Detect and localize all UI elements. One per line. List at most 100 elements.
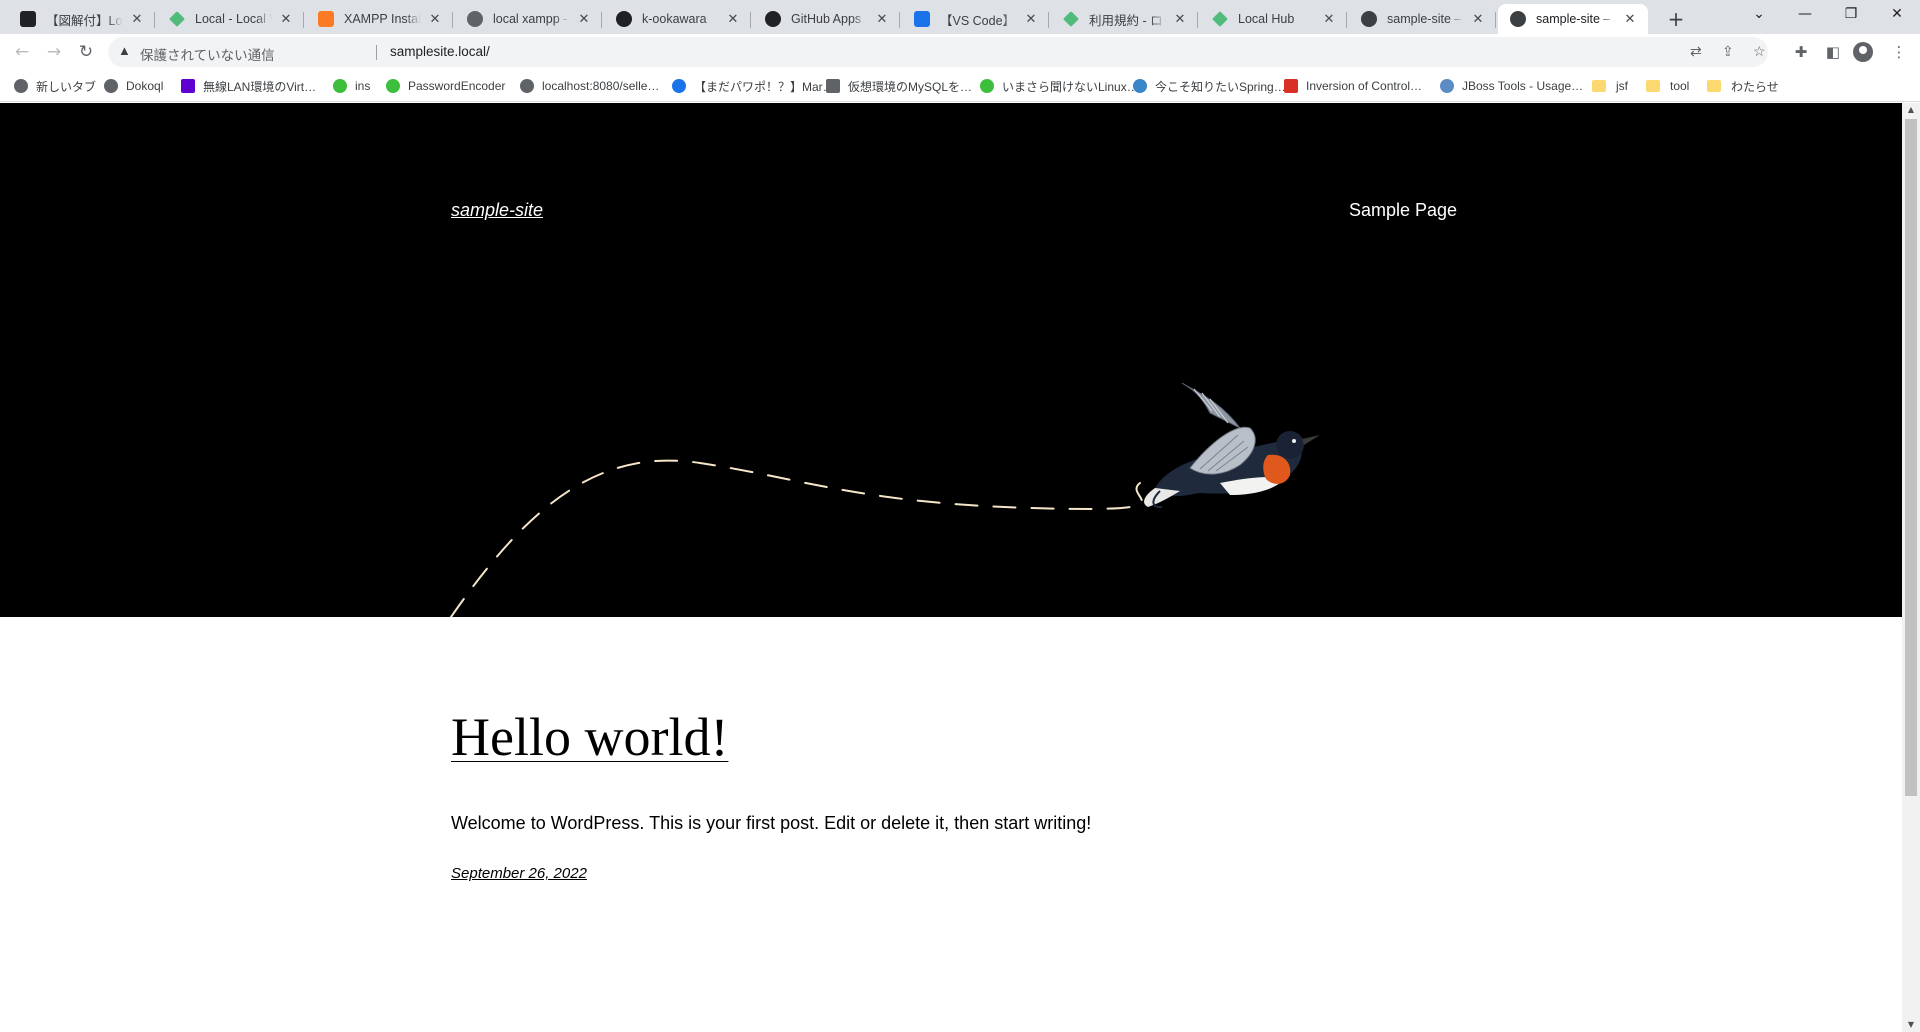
web-page: sample-site Sample Page Hello world! Wel… [0, 103, 1902, 1032]
green-circle-icon [980, 79, 994, 93]
local-diamond-icon [1063, 11, 1079, 27]
bird-blue-icon [1133, 79, 1147, 93]
security-status[interactable]: 保護されていない通信 [140, 44, 275, 64]
scroll-up-arrow-icon[interactable]: ▲ [1902, 103, 1920, 117]
tab-close-icon[interactable]: ✕ [1321, 11, 1337, 27]
browser-tab[interactable]: local xampp - G… ✕ [455, 4, 602, 34]
bookmark-item[interactable]: 【まだパワポ！？】Mar… [672, 77, 835, 95]
scroll-thumb[interactable] [1905, 119, 1917, 796]
warning-icon[interactable]: ▲ [118, 43, 131, 58]
profile-avatar[interactable] [1853, 42, 1873, 62]
more-menu-icon[interactable]: ⋮ [1888, 41, 1910, 63]
bookmark-label: 新しいタブ [36, 79, 97, 94]
yahoo-icon [181, 79, 195, 93]
address-bar[interactable]: ▲ 保護されていない通信 samplesite.local/ ⇄ ⇪ ☆ [108, 37, 1768, 67]
tab-close-icon[interactable]: ✕ [1622, 11, 1638, 27]
reload-icon[interactable]: ↻ [72, 38, 100, 66]
site-header-hero: sample-site Sample Page [0, 103, 1902, 617]
browser-tab[interactable]: 利用規約 - ローカ… ✕ [1051, 4, 1198, 34]
tab-close-icon[interactable]: ✕ [1023, 11, 1039, 27]
bookmark-label: ins [355, 79, 371, 93]
cube-icon [826, 79, 840, 93]
back-arrow-icon[interactable]: ← [8, 38, 36, 66]
tab-title: 利用規約 - ローカ… [1089, 13, 1166, 28]
post-date-link[interactable]: September 26, 2022 [451, 865, 587, 882]
post-title-link[interactable]: Hello world! [451, 706, 728, 768]
post-excerpt: Welcome to WordPress. This is your first… [451, 813, 1092, 833]
minimize-icon[interactable]: — [1782, 0, 1828, 30]
extensions-icon[interactable]: ✚ [1790, 41, 1812, 63]
bookmark-item[interactable]: 無線LAN環境のVirt… [181, 77, 316, 95]
qiita-icon [914, 11, 930, 27]
dashed-flight-path [450, 459, 1143, 617]
bookmark-item[interactable]: tool [1646, 77, 1689, 95]
bookmark-item[interactable]: わたらせ [1707, 77, 1779, 95]
forward-arrow-icon[interactable]: → [40, 38, 68, 66]
tab-close-icon[interactable]: ✕ [874, 11, 890, 27]
new-tab-button[interactable]: + [1662, 6, 1690, 34]
green-circle-icon [333, 79, 347, 93]
browser-tab[interactable]: GitHub Apps ✕ [753, 4, 900, 34]
page-scrollbar[interactable]: ▲ ▼ [1902, 103, 1920, 1032]
hero-illustration [450, 382, 1320, 617]
bird-icon [20, 11, 36, 27]
url-text[interactable]: samplesite.local/ [390, 44, 490, 59]
browser-tab[interactable]: k-ookawara ✕ [604, 4, 751, 34]
close-window-icon[interactable]: ✕ [1874, 0, 1920, 30]
bookmark-item[interactable]: PasswordEncoder [386, 77, 505, 95]
bookmark-star-icon[interactable]: ☆ [1753, 43, 1766, 60]
local-diamond-icon [1212, 11, 1228, 27]
globe-icon [14, 79, 28, 93]
green-circle-icon [386, 79, 400, 93]
bookmark-label: tool [1670, 79, 1690, 93]
bookmark-label: PasswordEncoder [408, 79, 506, 93]
bookmark-item[interactable]: Inversion of Control… [1284, 77, 1422, 95]
tab-close-icon[interactable]: ✕ [278, 11, 294, 27]
tab-close-icon[interactable]: ✕ [427, 11, 443, 27]
tab-close-icon[interactable]: ✕ [1172, 11, 1188, 27]
github-icon [765, 11, 781, 27]
nav-sample-page-link[interactable]: Sample Page [1349, 200, 1457, 221]
browser-tab[interactable]: XAMPP Installer… ✕ [306, 4, 453, 34]
browser-tab[interactable]: 【VS Code】マーク… ✕ [902, 4, 1049, 34]
translate-icon[interactable]: ⇄ [1690, 43, 1702, 60]
bookmark-item[interactable]: JBoss Tools - Usage… [1440, 77, 1583, 95]
bookmark-item[interactable]: 仮想環境のMySQLを… [826, 77, 972, 95]
side-panel-icon[interactable]: ◧ [1822, 41, 1844, 63]
bookmark-label: 【まだパワポ！？】Mar… [694, 79, 835, 94]
tab-search-icon[interactable]: ⌄ [1736, 0, 1782, 30]
tab-close-icon[interactable]: ✕ [129, 11, 145, 27]
bookmark-item[interactable]: ins [333, 77, 370, 95]
folder-icon [1707, 80, 1721, 92]
bookmark-item[interactable]: Dokoql [104, 77, 163, 95]
scroll-down-arrow-icon[interactable]: ▼ [1902, 1018, 1920, 1032]
bookmark-label: Dokoql [126, 79, 164, 93]
github-icon [616, 11, 632, 27]
tab-close-icon[interactable]: ✕ [725, 11, 741, 27]
bookmark-item[interactable]: 新しいタブ [14, 77, 96, 95]
bookmark-item[interactable]: 今こそ知りたいSpring… [1133, 77, 1286, 95]
browser-tab[interactable]: Local - Local Wo… ✕ [157, 4, 304, 34]
tab-close-icon[interactable]: ✕ [1470, 11, 1486, 27]
share-icon[interactable]: ⇪ [1722, 43, 1734, 60]
tab-close-icon[interactable]: ✕ [576, 11, 592, 27]
bookmark-label: Inversion of Control… [1306, 79, 1423, 93]
bookmark-item[interactable]: jsf [1592, 77, 1628, 95]
browser-tab[interactable]: 【図解付】Local('… ✕ [8, 4, 155, 34]
tab-title: GitHub Apps [791, 12, 862, 26]
restore-icon[interactable]: ❐ [1828, 0, 1874, 30]
bookmark-label: いまさら聞けないLinux… [1002, 79, 1139, 94]
tab-title: sample-site – Ju… [1387, 12, 1464, 26]
site-title-link[interactable]: sample-site [451, 200, 543, 221]
bookmark-item[interactable]: いまさら聞けないLinux… [980, 77, 1139, 95]
tab-title: local xampp - G… [493, 12, 570, 26]
swirl-icon [672, 79, 686, 93]
bookmark-item[interactable]: localhost:8080/selle… [520, 77, 659, 95]
browser-toolbar: ← → ↻ ▲ 保護されていない通信 samplesite.local/ ⇄ ⇪… [0, 34, 1920, 70]
tab-title: 【VS Code】マーク… [940, 13, 1017, 28]
browser-tab[interactable]: sample-site – Ju… ✕ [1498, 4, 1648, 34]
tab-strip: 【図解付】Local('…✕Local - Local Wo…✕XAMPP In… [0, 0, 1920, 34]
browser-tab[interactable]: sample-site – Ju… ✕ [1349, 4, 1496, 34]
browser-tab[interactable]: Local Hub ✕ [1200, 4, 1347, 34]
bookmark-label: 無線LAN環境のVirt… [203, 79, 317, 94]
